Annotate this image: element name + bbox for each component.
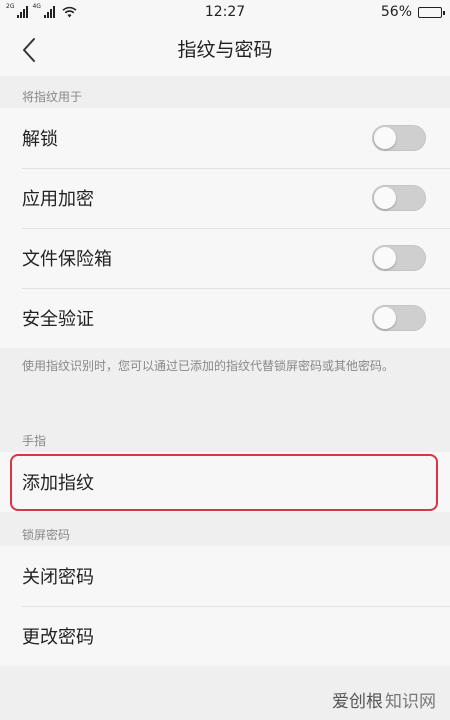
row-app-encryption[interactable]: 应用加密 <box>0 168 450 228</box>
row-label: 添加指纹 <box>22 473 94 494</box>
unlock-toggle[interactable] <box>372 125 426 151</box>
app-encryption-toggle[interactable] <box>372 185 426 211</box>
watermark: 爱创根 知识网 <box>332 687 436 712</box>
section-label-finger: 手指 <box>22 434 47 448</box>
toggle-knob <box>374 307 396 329</box>
fingerprint-usage-card: 解锁 应用加密 文件保险箱 安全验证 <box>0 108 450 348</box>
section-label-fingerprint-usage: 将指纹用于 <box>22 90 83 104</box>
app-bar: 指纹与密码 <box>0 24 450 76</box>
finger-card: 添加指纹 <box>0 452 450 512</box>
row-label: 更改密码 <box>22 627 94 648</box>
add-fingerprint-button[interactable]: 添加指纹 <box>0 452 450 512</box>
toggle-knob <box>374 247 396 269</box>
row-label: 解锁 <box>22 129 58 150</box>
row-label: 关闭密码 <box>22 567 94 588</box>
page-title: 指纹与密码 <box>177 39 273 61</box>
lock-password-card: 关闭密码 更改密码 <box>0 546 450 666</box>
row-label: 文件保险箱 <box>22 249 112 270</box>
row-file-safe[interactable]: 文件保险箱 <box>0 228 450 288</box>
row-label: 应用加密 <box>22 189 94 210</box>
close-password-button[interactable]: 关闭密码 <box>0 546 450 606</box>
battery-percent: 56% <box>380 4 412 20</box>
fingerprint-usage-note: 使用指纹识别时，您可以通过已添加的指纹代替锁屏密码或其他密码。 <box>22 359 395 373</box>
row-unlock[interactable]: 解锁 <box>0 108 450 168</box>
row-security-verify[interactable]: 安全验证 <box>0 288 450 348</box>
watermark-part1: 爱创根 <box>332 692 383 712</box>
section-label-lock-password: 锁屏密码 <box>22 528 71 542</box>
status-bar: 2G 4G 12:27 56% <box>0 0 450 24</box>
watermark-part2: 知识网 <box>385 692 436 712</box>
toggle-knob <box>374 187 396 209</box>
chevron-left-icon[interactable] <box>18 36 40 64</box>
file-safe-toggle[interactable] <box>372 245 426 271</box>
battery-indicator: 56% <box>380 4 445 20</box>
battery-icon <box>418 6 445 18</box>
row-label: 安全验证 <box>22 309 94 330</box>
change-password-button[interactable]: 更改密码 <box>0 606 450 666</box>
toggle-knob <box>374 127 396 149</box>
security-verify-toggle[interactable] <box>372 305 426 331</box>
